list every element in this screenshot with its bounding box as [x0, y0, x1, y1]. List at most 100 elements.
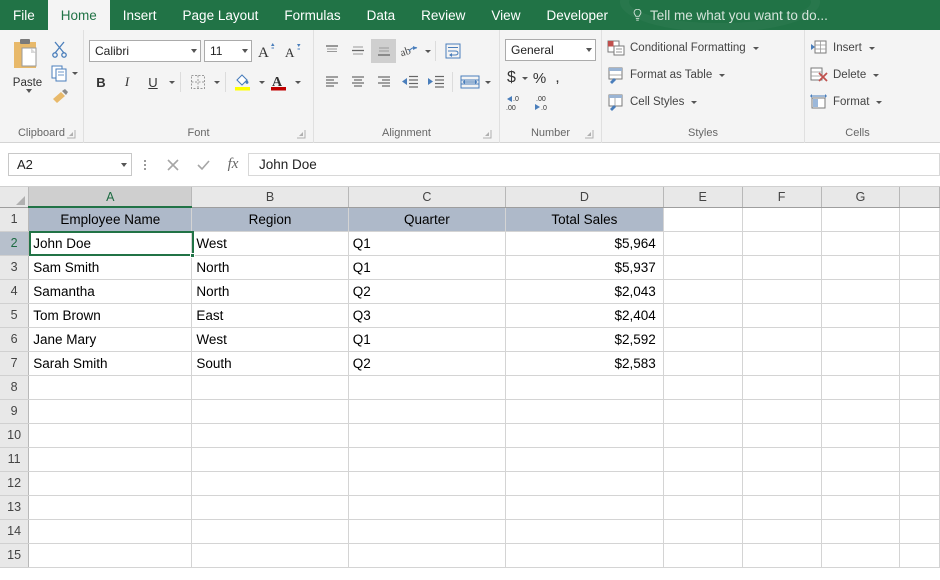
column-header-d[interactable]: D: [506, 187, 664, 207]
cell-b15[interactable]: [192, 543, 348, 567]
cell-e11[interactable]: [663, 447, 742, 471]
cell-h2[interactable]: [900, 231, 940, 255]
orientation-button[interactable]: ab: [397, 39, 422, 63]
cell-h14[interactable]: [900, 519, 940, 543]
cell-f1[interactable]: [742, 207, 821, 231]
cell-d3[interactable]: $5,937: [506, 255, 664, 279]
paste-dropdown-arrow[interactable]: [26, 89, 32, 93]
cell-f6[interactable]: [742, 327, 821, 351]
cell-f9[interactable]: [742, 399, 821, 423]
cell-b4[interactable]: North: [192, 279, 348, 303]
cell-c10[interactable]: [348, 423, 505, 447]
underline-dropdown-arrow[interactable]: [169, 81, 175, 84]
cell-f5[interactable]: [742, 303, 821, 327]
cell-e9[interactable]: [663, 399, 742, 423]
cell-h8[interactable]: [900, 375, 940, 399]
cell-e12[interactable]: [663, 471, 742, 495]
cell-b6[interactable]: West: [192, 327, 348, 351]
row-header-14[interactable]: 14: [0, 519, 29, 543]
cell-c1[interactable]: Quarter: [348, 207, 505, 231]
cell-e13[interactable]: [663, 495, 742, 519]
row-header-2[interactable]: 2: [0, 231, 29, 255]
cell-a2[interactable]: John Doe: [29, 231, 192, 255]
column-header-c[interactable]: C: [348, 187, 505, 207]
cell-a3[interactable]: Sam Smith: [29, 255, 192, 279]
cell-f12[interactable]: [742, 471, 821, 495]
row-header-3[interactable]: 3: [0, 255, 29, 279]
cell-b14[interactable]: [192, 519, 348, 543]
copy-dropdown-arrow[interactable]: [72, 72, 78, 75]
row-header-13[interactable]: 13: [0, 495, 29, 519]
cell-d6[interactable]: $2,592: [506, 327, 664, 351]
increase-indent-button[interactable]: [423, 70, 448, 94]
cell-h12[interactable]: [900, 471, 940, 495]
cell-a5[interactable]: Tom Brown: [29, 303, 192, 327]
cell-a9[interactable]: [29, 399, 192, 423]
cell-b1[interactable]: Region: [192, 207, 348, 231]
conditional-formatting-button[interactable]: Conditional Formatting: [607, 36, 759, 60]
cell-g15[interactable]: [821, 543, 900, 567]
cell-c4[interactable]: Q2: [348, 279, 505, 303]
row-header-6[interactable]: 6: [0, 327, 29, 351]
cell-g6[interactable]: [821, 327, 900, 351]
currency-dropdown-arrow[interactable]: [522, 77, 528, 80]
font-color-dropdown-arrow[interactable]: [295, 81, 301, 84]
row-header-9[interactable]: 9: [0, 399, 29, 423]
decrease-indent-button[interactable]: [397, 70, 422, 94]
font-color-button[interactable]: A: [267, 71, 291, 93]
cell-c8[interactable]: [348, 375, 505, 399]
alignment-dialog-launcher[interactable]: [483, 130, 492, 139]
cell-d4[interactable]: $2,043: [506, 279, 664, 303]
row-header-8[interactable]: 8: [0, 375, 29, 399]
tab-data[interactable]: Data: [354, 0, 409, 30]
format-cells-dropdown-arrow[interactable]: [876, 101, 882, 104]
cell-f11[interactable]: [742, 447, 821, 471]
cell-f4[interactable]: [742, 279, 821, 303]
align-right-button[interactable]: [371, 70, 396, 94]
decrease-decimal-icon[interactable]: .00 .0: [533, 94, 555, 112]
percent-style-button[interactable]: %: [530, 70, 549, 87]
tab-home[interactable]: Home: [48, 0, 110, 30]
cell-h11[interactable]: [900, 447, 940, 471]
cut-button[interactable]: [50, 38, 78, 60]
cell-f15[interactable]: [742, 543, 821, 567]
font-dialog-launcher[interactable]: [297, 130, 306, 139]
font-name-combo[interactable]: Calibri: [89, 40, 201, 62]
cell-h5[interactable]: [900, 303, 940, 327]
insert-cells-dropdown-arrow[interactable]: [869, 47, 875, 50]
cell-f7[interactable]: [742, 351, 821, 375]
cell-c7[interactable]: Q2: [348, 351, 505, 375]
cell-h15[interactable]: [900, 543, 940, 567]
column-header-g[interactable]: G: [821, 187, 900, 207]
cell-c14[interactable]: [348, 519, 505, 543]
cell-e1[interactable]: [663, 207, 742, 231]
row-header-5[interactable]: 5: [0, 303, 29, 327]
cell-c9[interactable]: [348, 399, 505, 423]
cell-e4[interactable]: [663, 279, 742, 303]
cell-b8[interactable]: [192, 375, 348, 399]
cell-e5[interactable]: [663, 303, 742, 327]
cell-c15[interactable]: [348, 543, 505, 567]
currency-button[interactable]: $: [505, 69, 518, 87]
cancel-edit-button[interactable]: [158, 153, 188, 177]
formula-input[interactable]: John Doe: [248, 153, 940, 176]
wrap-text-button[interactable]: [440, 39, 465, 63]
cell-g11[interactable]: [821, 447, 900, 471]
cell-g1[interactable]: [821, 207, 900, 231]
font-size-combo[interactable]: 11: [204, 40, 252, 62]
cell-d8[interactable]: [506, 375, 664, 399]
row-header-12[interactable]: 12: [0, 471, 29, 495]
cell-e14[interactable]: [663, 519, 742, 543]
number-dialog-launcher[interactable]: [585, 130, 594, 139]
font-name-arrow[interactable]: [191, 49, 197, 53]
cell-c3[interactable]: Q1: [348, 255, 505, 279]
fill-color-dropdown-arrow[interactable]: [259, 81, 265, 84]
cell-g7[interactable]: [821, 351, 900, 375]
row-header-7[interactable]: 7: [0, 351, 29, 375]
cell-f14[interactable]: [742, 519, 821, 543]
cell-e15[interactable]: [663, 543, 742, 567]
cell-b12[interactable]: [192, 471, 348, 495]
tab-file[interactable]: File: [0, 0, 48, 30]
cell-e2[interactable]: [663, 231, 742, 255]
cell-b3[interactable]: North: [192, 255, 348, 279]
